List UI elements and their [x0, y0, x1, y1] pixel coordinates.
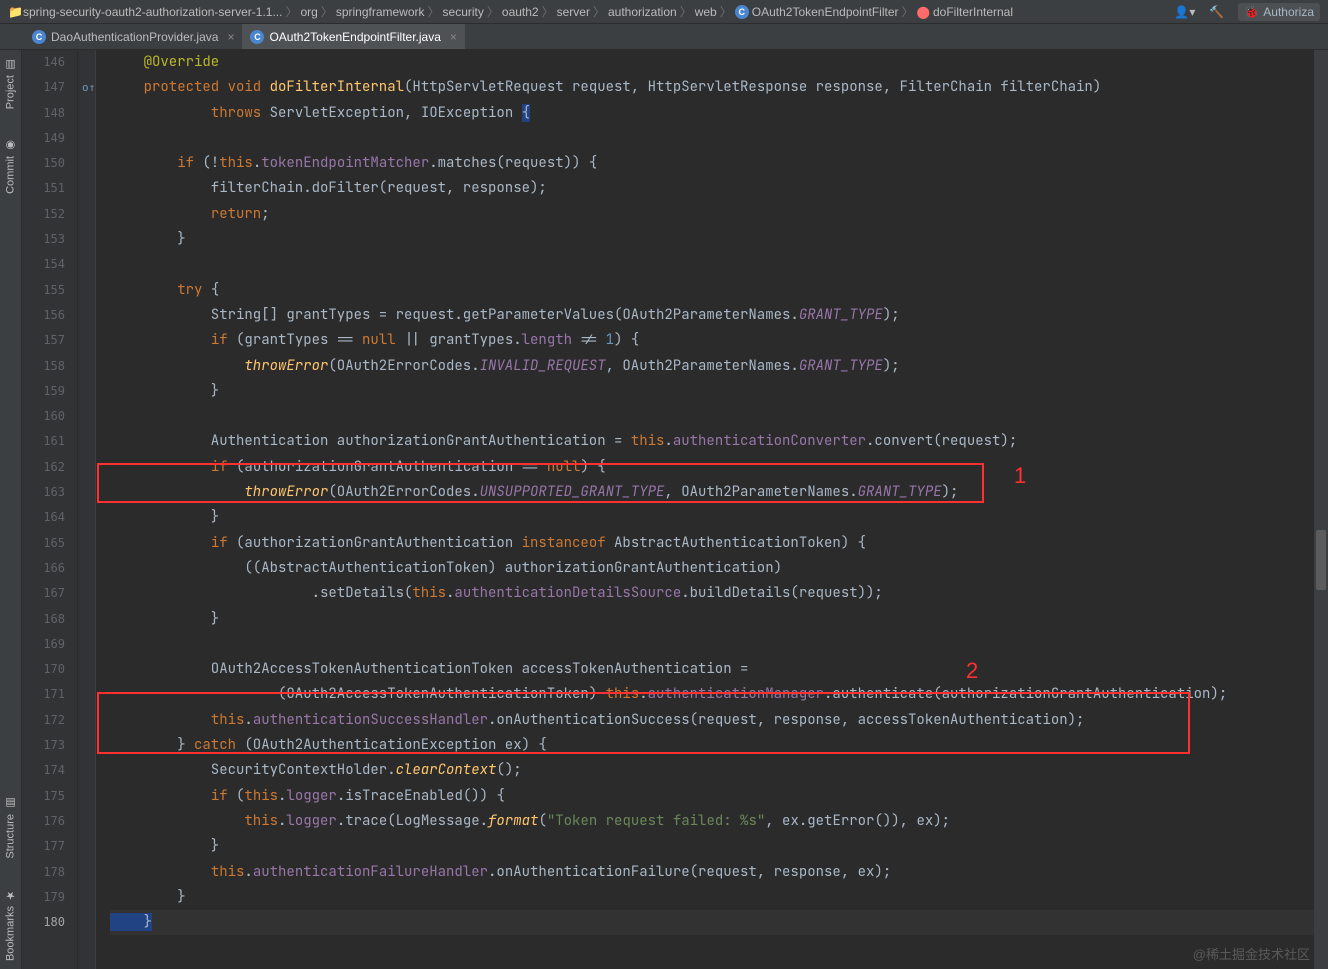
- breadcrumb-item[interactable]: oauth2: [502, 5, 539, 19]
- structure-icon: ▤: [4, 797, 17, 810]
- breadcrumb-item[interactable]: 📁spring-security-oauth2-authorization-se…: [8, 5, 282, 19]
- vertical-scrollbar[interactable]: [1314, 50, 1328, 969]
- breadcrumbs: 📁spring-security-oauth2-authorization-se…: [8, 3, 1013, 20]
- class-icon: C: [32, 30, 46, 44]
- class-icon: C: [250, 30, 264, 44]
- top-toolbar-actions: 👤▾ 🔨 🐞 Authoriza: [1174, 3, 1320, 21]
- code-editor[interactable]: 1461471481491501511521531541551561571581…: [22, 50, 1328, 969]
- breadcrumb-separator: 〉: [902, 3, 914, 20]
- override-icon[interactable]: o↑: [82, 81, 95, 94]
- code-area[interactable]: @Override protected void doFilterInterna…: [96, 50, 1328, 969]
- scrollbar-thumb[interactable]: [1316, 530, 1326, 590]
- editor-tabs: C DaoAuthenticationProvider.java × C OAu…: [0, 24, 1328, 50]
- breadcrumb-item[interactable]: server: [557, 5, 590, 19]
- top-navigation-bar: 📁spring-security-oauth2-authorization-se…: [0, 0, 1328, 24]
- bug-icon: 🐞: [1244, 5, 1259, 19]
- breadcrumb-separator: 〉: [285, 3, 297, 20]
- class-icon: C: [735, 5, 749, 19]
- fold-gutter[interactable]: [78, 50, 96, 969]
- tab-label: OAuth2TokenEndpointFilter.java: [269, 30, 440, 44]
- breadcrumb-separator: 〉: [321, 3, 333, 20]
- tool-commit[interactable]: Commit◉: [4, 139, 17, 194]
- project-icon: ▥: [4, 58, 17, 71]
- breadcrumb-item[interactable]: web: [695, 5, 717, 19]
- commit-icon: ◉: [4, 139, 17, 152]
- breadcrumb-separator: 〉: [593, 3, 605, 20]
- breadcrumb-item[interactable]: security: [443, 5, 484, 19]
- breadcrumb-item[interactable]: springframework: [336, 5, 425, 19]
- breadcrumb-item[interactable]: authorization: [608, 5, 677, 19]
- close-icon[interactable]: ×: [227, 30, 234, 44]
- method-icon: ⬤: [917, 5, 930, 19]
- breadcrumb-separator: 〉: [487, 3, 499, 20]
- user-icon[interactable]: 👤▾: [1174, 5, 1195, 19]
- left-tool-strip: Project▥ Commit◉ Structure▤ Bookmarks★: [0, 50, 22, 969]
- breadcrumb-separator: 〉: [720, 3, 732, 20]
- tool-structure[interactable]: Structure▤: [4, 797, 17, 859]
- tool-bookmarks[interactable]: Bookmarks★: [4, 889, 17, 961]
- breadcrumb-separator: 〉: [542, 3, 554, 20]
- tab-dao-auth-provider[interactable]: C DaoAuthenticationProvider.java ×: [24, 24, 242, 49]
- breadcrumb-separator: 〉: [428, 3, 440, 20]
- tab-oauth2-filter[interactable]: C OAuth2TokenEndpointFilter.java ×: [242, 24, 464, 49]
- breadcrumb-separator: 〉: [680, 3, 692, 20]
- run-config-selector[interactable]: 🐞 Authoriza: [1238, 3, 1320, 21]
- watermark: @稀土掘金技术社区: [1193, 944, 1310, 963]
- breadcrumb-item[interactable]: org: [300, 5, 317, 19]
- annotation-label-2: 2: [966, 658, 978, 684]
- gutter[interactable]: 1461471481491501511521531541551561571581…: [22, 50, 78, 969]
- tab-label: DaoAuthenticationProvider.java: [51, 30, 218, 44]
- tool-project[interactable]: Project▥: [4, 58, 17, 109]
- close-icon[interactable]: ×: [450, 30, 457, 44]
- bookmark-icon: ★: [4, 889, 17, 902]
- folder-icon: 📁: [8, 6, 20, 18]
- breadcrumb-item[interactable]: COAuth2TokenEndpointFilter: [735, 5, 899, 19]
- breadcrumb-item[interactable]: ⬤doFilterInternal: [917, 5, 1013, 19]
- annotation-label-1: 1: [1014, 463, 1026, 489]
- build-icon[interactable]: 🔨: [1209, 5, 1224, 19]
